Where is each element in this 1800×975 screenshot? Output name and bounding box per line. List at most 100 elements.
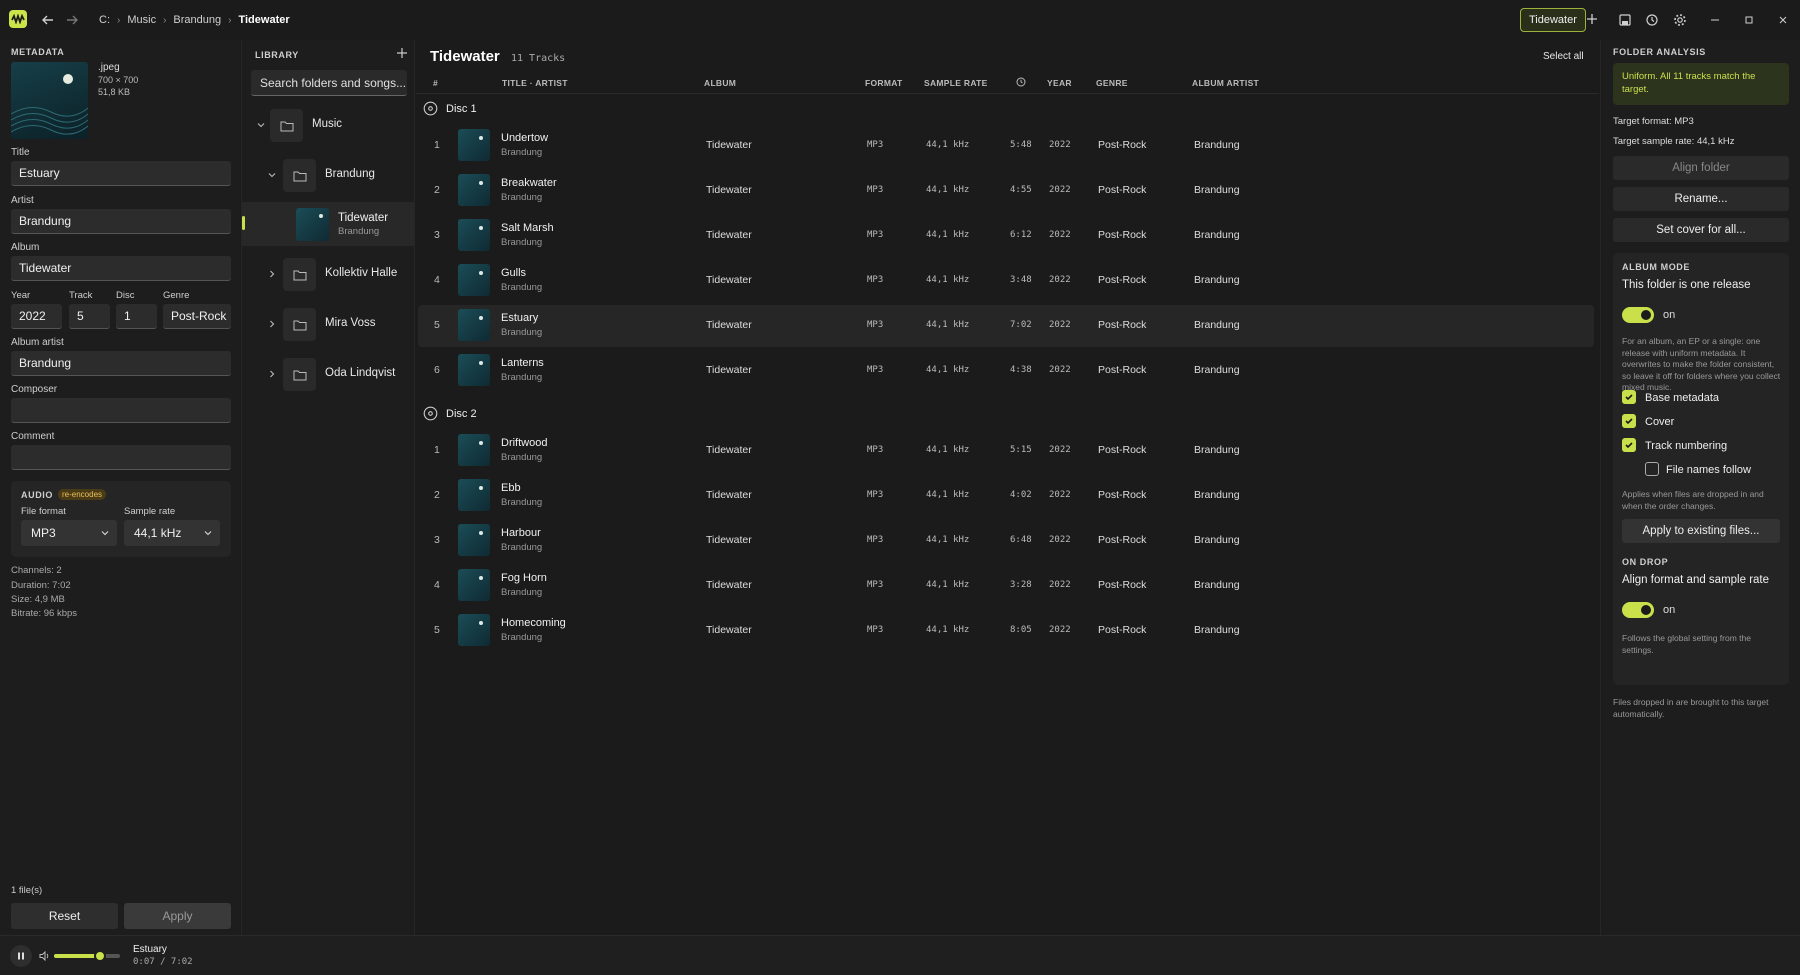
volume-slider[interactable] bbox=[54, 950, 120, 962]
table-row[interactable]: 4 Gulls Brandung Tidewater MP3 44,1 kHz 3:48 20… bbox=[418, 260, 1594, 302]
composer-label: Composer bbox=[11, 384, 58, 395]
track-cover-thumb bbox=[458, 524, 490, 556]
year-field[interactable]: 2022 bbox=[11, 304, 62, 329]
breadcrumb-item[interactable]: C: bbox=[99, 14, 110, 26]
chevron-right-icon[interactable] bbox=[267, 369, 277, 379]
rename-button[interactable]: Rename... bbox=[1613, 187, 1789, 211]
track-cover-thumb bbox=[458, 354, 490, 386]
save-icon[interactable] bbox=[1618, 13, 1632, 27]
table-row[interactable]: 1 Driftwood Brandung Tidewater MP3 44,1 kHz 5:… bbox=[418, 430, 1594, 472]
album-artist-field[interactable]: Brandung bbox=[11, 351, 231, 376]
cover-art[interactable] bbox=[11, 62, 88, 139]
col-year[interactable]: YEAR bbox=[1047, 78, 1072, 88]
history-icon[interactable] bbox=[1645, 13, 1659, 27]
col-genre[interactable]: GENRE bbox=[1096, 78, 1128, 88]
library-item-label: Kollektiv Halle bbox=[325, 267, 398, 279]
cover-size: 51,8 KB bbox=[98, 87, 131, 97]
table-row[interactable]: 1 Undertow Brandung Tidewater MP3 44,1 kHz 5:4… bbox=[418, 125, 1594, 167]
track-cover-thumb bbox=[458, 219, 490, 251]
set-cover-button[interactable]: Set cover for all... bbox=[1613, 218, 1789, 242]
library-item-label: Oda Lindqvist bbox=[325, 367, 396, 379]
track-album-artist: Brandung bbox=[1194, 534, 1240, 546]
stat-duration: Duration: 7:02 bbox=[11, 580, 71, 591]
breadcrumb-item[interactable]: Brandung bbox=[173, 14, 221, 26]
artist-field[interactable]: Brandung bbox=[11, 209, 231, 234]
col-format[interactable]: FORMAT bbox=[865, 78, 903, 88]
genre-field[interactable]: Post-Rock bbox=[163, 304, 231, 329]
disc-header: Disc 2 bbox=[416, 398, 1599, 428]
on-drop-toggle[interactable] bbox=[1622, 602, 1654, 618]
library-item-brandung[interactable]: Brandung bbox=[242, 153, 416, 197]
align-folder-button[interactable]: Align folder bbox=[1613, 156, 1789, 180]
cover-label: Cover bbox=[1645, 416, 1675, 428]
track-field[interactable]: 5 bbox=[69, 304, 110, 329]
col-number[interactable]: # bbox=[433, 78, 438, 88]
col-album[interactable]: ALBUM bbox=[704, 78, 736, 88]
maximize-icon[interactable] bbox=[1742, 13, 1756, 27]
table-row[interactable]: 4 Fog Horn Brandung Tidewater MP3 44,1 kHz 3:2… bbox=[418, 565, 1594, 607]
file-format-select[interactable]: MP3 bbox=[21, 520, 117, 546]
file-names-follow-checkbox[interactable] bbox=[1645, 462, 1659, 476]
col-album-artist[interactable]: ALBUM ARTIST bbox=[1192, 78, 1259, 88]
table-row[interactable]: 5 Homecoming Brandung Tidewater MP3 44,1 kHz 8… bbox=[418, 610, 1594, 652]
reset-button[interactable]: Reset bbox=[11, 903, 118, 929]
chevron-down-icon bbox=[204, 531, 212, 536]
chevron-down-icon[interactable] bbox=[267, 170, 277, 180]
tab-tidewater[interactable]: Tidewater bbox=[1520, 8, 1586, 32]
chevron-right-icon[interactable] bbox=[267, 319, 277, 329]
table-row[interactable]: 3 Harbour Brandung Tidewater MP3 44,1 kHz 6:48… bbox=[418, 520, 1594, 562]
composer-field[interactable] bbox=[11, 398, 231, 423]
track-album: Tidewater bbox=[706, 364, 752, 376]
close-icon[interactable] bbox=[1776, 13, 1790, 27]
library-search-input[interactable]: Search folders and songs... bbox=[251, 70, 407, 96]
track-year: 2022 bbox=[1049, 365, 1071, 375]
settings-gear-icon[interactable] bbox=[1673, 13, 1687, 27]
table-row[interactable]: 3 Salt Marsh Brandung Tidewater MP3 44,1 kHz 6… bbox=[418, 215, 1594, 257]
col-title-artist[interactable]: TITLE · ARTIST bbox=[502, 78, 568, 88]
library-item-mira-voss[interactable]: Mira Voss bbox=[242, 302, 416, 346]
title-field[interactable]: Estuary bbox=[11, 161, 231, 186]
apply-button[interactable]: Apply bbox=[124, 903, 231, 929]
table-row[interactable]: 5 Estuary Brandung Tidewater MP3 44,1 kHz 7:02… bbox=[418, 305, 1594, 347]
track-format: MP3 bbox=[867, 140, 884, 150]
breadcrumb-item[interactable]: Music bbox=[127, 14, 156, 26]
comment-field[interactable] bbox=[11, 445, 231, 470]
col-duration-clock-icon[interactable] bbox=[1016, 77, 1026, 87]
forward-arrow-icon[interactable] bbox=[64, 12, 80, 28]
table-row[interactable]: 2 Breakwater Brandung Tidewater MP3 44,1 kHz 4… bbox=[418, 170, 1594, 212]
library-item-oda-lindqvist[interactable]: Oda Lindqvist bbox=[242, 352, 416, 396]
track-cover-thumb bbox=[458, 614, 490, 646]
add-folder-icon[interactable] bbox=[396, 47, 408, 59]
track-album-artist: Brandung bbox=[1194, 139, 1240, 151]
back-arrow-icon[interactable] bbox=[40, 12, 56, 28]
track-format: MP3 bbox=[867, 445, 884, 455]
sample-rate-select[interactable]: 44,1 kHz bbox=[124, 520, 220, 546]
select-all-button[interactable]: Select all bbox=[1543, 51, 1584, 62]
chevron-down-icon[interactable] bbox=[256, 120, 266, 130]
library-item-kollektiv-halle[interactable]: Kollektiv Halle bbox=[242, 252, 416, 296]
volume-icon[interactable] bbox=[39, 951, 51, 961]
table-row[interactable]: 6 Lanterns Brandung Tidewater MP3 44,1 kHz 4:3… bbox=[418, 350, 1594, 392]
app-logo-icon bbox=[9, 10, 27, 28]
re-encodes-badge: re-encodes bbox=[58, 489, 107, 500]
table-row[interactable]: 2 Ebb Brandung Tidewater MP3 44,1 kHz 4:02 2022… bbox=[418, 475, 1594, 517]
add-tab-icon[interactable] bbox=[1585, 12, 1599, 26]
cover-checkbox[interactable] bbox=[1622, 414, 1636, 428]
track-numbering-checkbox[interactable] bbox=[1622, 438, 1636, 452]
col-sample-rate[interactable]: SAMPLE RATE bbox=[924, 78, 988, 88]
disc-field[interactable]: 1 bbox=[116, 304, 157, 329]
album-field[interactable]: Tidewater bbox=[11, 256, 231, 281]
volume-knob[interactable] bbox=[94, 950, 107, 962]
chevron-right-icon[interactable] bbox=[267, 269, 277, 279]
library-item-tidewater[interactable]: Tidewater Brandung bbox=[242, 202, 414, 246]
minimize-icon[interactable] bbox=[1708, 13, 1722, 27]
base-metadata-checkbox[interactable] bbox=[1622, 390, 1636, 404]
album-mode-toggle[interactable] bbox=[1622, 307, 1654, 323]
library-item-music[interactable]: Music bbox=[242, 103, 416, 147]
apply-existing-button[interactable]: Apply to existing files... bbox=[1622, 519, 1780, 543]
track-artist: Brandung bbox=[501, 632, 543, 643]
breadcrumb-current[interactable]: Tidewater bbox=[238, 14, 289, 26]
pause-button[interactable] bbox=[10, 945, 32, 967]
track-title: Fog Horn bbox=[501, 572, 547, 584]
artist-label: Artist bbox=[11, 195, 34, 206]
